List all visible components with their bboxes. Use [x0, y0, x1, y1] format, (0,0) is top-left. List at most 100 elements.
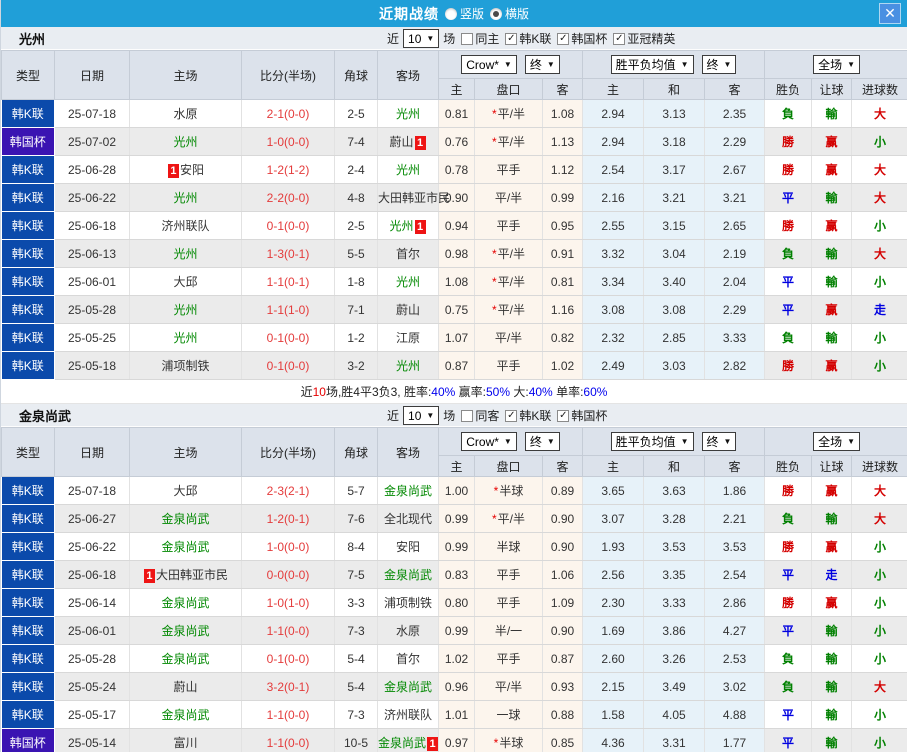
avg-home-odds: 2.55	[582, 211, 645, 240]
unchecked-checkbox-icon[interactable]	[461, 409, 474, 422]
home-team-cell: 金泉尚武	[129, 700, 242, 729]
avg-draw-odds: 3.35	[643, 560, 706, 589]
asterisk-mark: *	[491, 275, 497, 289]
team-name: 金泉尚武	[161, 596, 210, 610]
handicap-away-odds: 1.06	[542, 560, 584, 589]
col-header-home: 主场	[129, 427, 242, 477]
league-cell: 韩国杯	[1, 728, 55, 752]
red-1-badge: 1	[414, 220, 426, 234]
corners-cell: 7-3	[334, 700, 378, 729]
radio-selected-icon[interactable]	[490, 7, 502, 20]
handicap-home-odds: 0.99	[438, 532, 475, 561]
result-goals-cell: 大	[851, 239, 907, 268]
avg-home-odds: 2.94	[582, 99, 645, 128]
avg-away-odds: 4.88	[704, 700, 766, 729]
league-filter-checkbox[interactable]: ✓ 亚冠精英	[613, 30, 675, 47]
league-filter-checkbox[interactable]: ✓ 韩国杯	[557, 30, 607, 47]
league-filter-checkbox[interactable]: ✓ 韩K联	[505, 30, 551, 47]
result-group-header: 全场 ▼	[764, 427, 907, 456]
result-wdl-cell: 負	[764, 323, 813, 352]
result-wdl-cell: 負	[764, 99, 813, 128]
score-cell: 1-1(0-0)	[241, 616, 335, 645]
chevron-down-icon: ▼	[426, 34, 435, 43]
result-wdl-cell: 平	[764, 183, 813, 212]
filters-bar: 近 10 ▼ 场同主 ✓ 韩K联 ✓ 韩国杯 ✓ 亚冠精英	[387, 27, 675, 50]
layout-radio-vertical[interactable]: 竖版	[444, 5, 484, 22]
league-filter-checkbox[interactable]: ✓ 韩国杯	[557, 407, 607, 424]
team-name: 首尔	[395, 652, 420, 666]
avg-stage-select[interactable]: 终 ▼	[701, 55, 737, 74]
odds-stage-select[interactable]: 终 ▼	[524, 55, 560, 74]
handicap-away-odds: 0.81	[542, 267, 584, 296]
avg-type-select[interactable]: 胜平负均值 ▼	[610, 432, 694, 451]
result-handicap-cell: 走	[811, 560, 853, 589]
avg-draw-odds: 3.53	[643, 532, 706, 561]
avg-away-odds: 1.86	[704, 476, 766, 505]
home-team-cell: 金泉尚武	[129, 588, 242, 617]
radio-unselected-icon[interactable]	[444, 7, 457, 20]
avg-away-odds: 2.29	[704, 295, 766, 324]
score-cell: 0-1(0-0)	[241, 211, 335, 240]
team-name: 光州	[173, 191, 198, 205]
score-cell: 1-1(0-0)	[241, 728, 335, 752]
handicap-home-odds: 1.00	[438, 476, 475, 505]
away-team-cell: 首尔	[377, 239, 439, 268]
unchecked-checkbox-icon[interactable]	[461, 32, 474, 45]
home-team-cell: 光州	[129, 127, 242, 156]
recent-count-select[interactable]: 10 ▼	[403, 29, 440, 48]
league-cell: 韩K联	[1, 295, 55, 324]
date-cell: 25-07-18	[54, 476, 130, 505]
corners-cell: 2-4	[334, 155, 378, 184]
odds-company-select[interactable]: Crow* ▼	[461, 55, 517, 74]
handicap-home-odds: 0.80	[438, 588, 475, 617]
checked-checkbox-icon[interactable]: ✓	[557, 32, 570, 45]
corners-cell: 3-3	[334, 588, 378, 617]
team-name: 大邱	[173, 275, 198, 289]
date-cell: 25-06-27	[54, 504, 130, 533]
result-handicap-cell: 輸	[811, 672, 853, 701]
odds-stage-select[interactable]: 终 ▼	[524, 432, 560, 451]
col-header-goals: 进球数	[851, 455, 907, 477]
league-cell: 韩K联	[1, 616, 55, 645]
handicap-away-odds: 0.90	[542, 504, 584, 533]
checked-checkbox-icon[interactable]: ✓	[613, 32, 626, 45]
same-venue-checkbox[interactable]: 同主	[461, 30, 499, 47]
recent-count-select[interactable]: 10 ▼	[403, 406, 440, 425]
col-header-handicap: 盘口	[474, 78, 543, 100]
team-name: 金泉尚武	[161, 652, 210, 666]
odds-company-select[interactable]: Crow* ▼	[461, 432, 517, 451]
handicap-line: 半/一	[474, 616, 543, 645]
scope-select[interactable]: 全场 ▼	[813, 55, 861, 74]
checked-checkbox-icon[interactable]: ✓	[557, 409, 570, 422]
asterisk-mark: *	[491, 512, 497, 526]
col-header-score: 比分(半场)	[241, 50, 335, 100]
avg-away-odds: 1.77	[704, 728, 766, 752]
col-header-wdl: 胜负	[764, 455, 813, 477]
close-button[interactable]: ✕	[879, 3, 901, 24]
team-name: 蔚山	[395, 303, 420, 317]
chevron-down-icon: ▼	[546, 437, 555, 446]
avg-home-odds: 1.93	[582, 532, 645, 561]
away-team-cell: 金泉尚武 1	[377, 728, 439, 752]
corners-cell: 7-4	[334, 127, 378, 156]
result-goals-cell: 小	[851, 211, 907, 240]
chevron-down-icon: ▼	[847, 60, 856, 69]
result-goals-cell: 大	[851, 155, 907, 184]
scope-select[interactable]: 全场 ▼	[813, 432, 861, 451]
avg-type-select[interactable]: 胜平负均值 ▼	[610, 55, 694, 74]
avg-away-odds: 3.53	[704, 532, 766, 561]
odds-company-value: Crow*	[466, 57, 499, 72]
league-cell: 韩K联	[1, 211, 55, 240]
team-name: 大邱	[173, 484, 198, 498]
avg-home-odds: 1.69	[582, 616, 645, 645]
asterisk-mark: *	[491, 107, 497, 121]
result-wdl-cell: 平	[764, 267, 813, 296]
checked-checkbox-icon[interactable]: ✓	[505, 32, 518, 45]
layout-radio-horizontal[interactable]: 横版	[490, 5, 529, 22]
checked-checkbox-icon[interactable]: ✓	[505, 409, 518, 422]
league-filter-checkbox[interactable]: ✓ 韩K联	[505, 407, 551, 424]
corners-cell: 8-4	[334, 532, 378, 561]
odds-company-value: Crow*	[466, 434, 499, 449]
same-venue-checkbox[interactable]: 同客	[461, 407, 499, 424]
avg-stage-select[interactable]: 终 ▼	[701, 432, 737, 451]
